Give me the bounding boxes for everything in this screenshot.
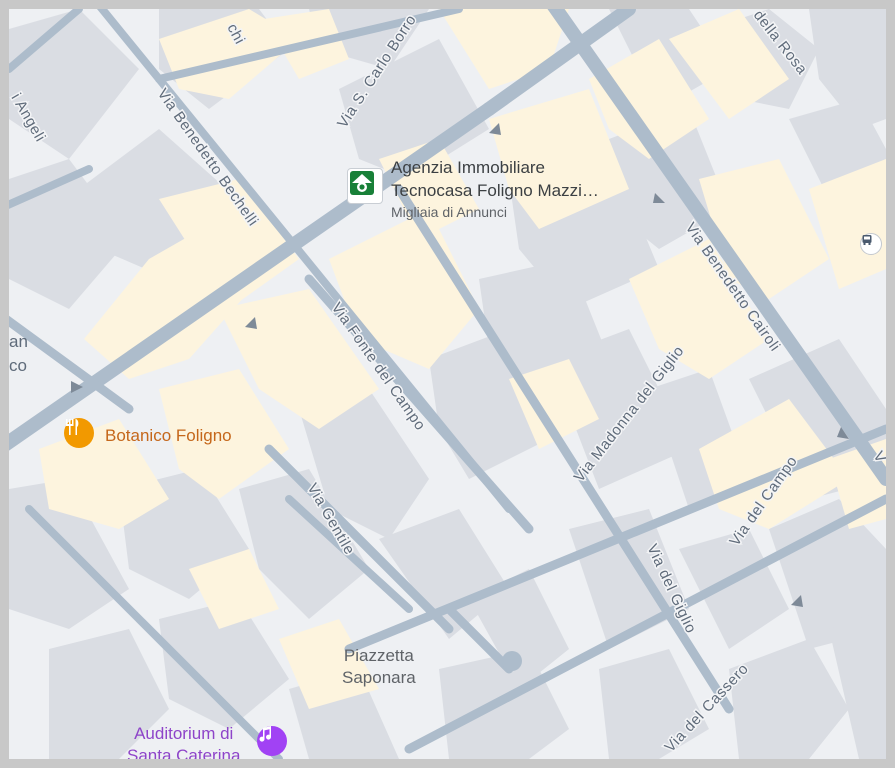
piazzetta-line2: Saponara	[342, 668, 416, 687]
agenzia-subtitle: Migliaia di Annunci	[391, 204, 507, 220]
real-estate-pin[interactable]	[347, 168, 383, 204]
restaurant-pin[interactable]	[64, 418, 94, 448]
map-canvas[interactable]: chi Via S. Carlo Borro della Rosa i Ange…	[9, 9, 886, 759]
map-layer[interactable]: chi Via S. Carlo Borro della Rosa i Ange…	[9, 9, 886, 759]
restaurant-icon	[66, 419, 79, 435]
piazzetta-label: Piazzetta Saponara	[342, 645, 416, 689]
clipped-label-an: an	[9, 332, 28, 351]
transit-stop-pin[interactable]	[860, 233, 882, 255]
auditorium-line2: Santa Caterina	[127, 746, 241, 759]
agenzia-title-line1[interactable]: Agenzia Immobiliare	[391, 157, 545, 179]
auditorium-label[interactable]: Auditorium di Santa Caterina	[127, 723, 240, 759]
house-icon	[350, 171, 374, 195]
piazzetta-line1: Piazzetta	[343, 646, 414, 665]
cul-de-sac	[502, 651, 522, 671]
botanico-label[interactable]: Botanico Foligno	[105, 426, 232, 446]
agenzia-title-line2[interactable]: Tecnocasa Foligno Mazzi…	[391, 180, 599, 202]
music-note-icon	[259, 726, 272, 742]
bus-icon	[862, 235, 872, 245]
music-venue-pin[interactable]	[257, 726, 287, 756]
clipped-label-co: co	[9, 356, 27, 375]
auditorium-line1: Auditorium di	[134, 724, 234, 743]
